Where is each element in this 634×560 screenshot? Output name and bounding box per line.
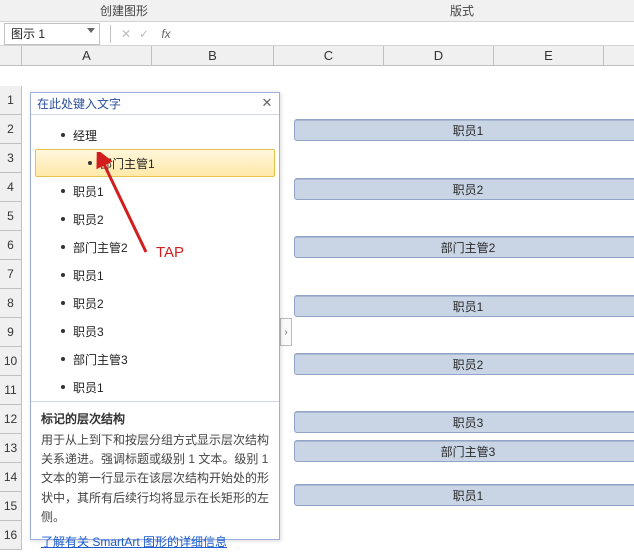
smartart-bar[interactable]: 职员3 <box>294 411 634 433</box>
smartart-bar[interactable]: 职员2 <box>294 178 634 200</box>
list-item[interactable]: 职员2 <box>31 289 279 317</box>
smartart-bar[interactable]: 职员2 <box>294 353 634 375</box>
list-item-label: 职员1 <box>73 379 104 396</box>
bullet-icon <box>61 385 65 389</box>
list-item-label: 部门主管3 <box>73 351 128 368</box>
smartart-bar[interactable]: 职员1 <box>294 119 634 141</box>
list-item-label: 职员2 <box>73 211 104 228</box>
info-title: 标记的层次结构 <box>41 410 269 427</box>
list-item-label: 部门主管2 <box>73 239 128 256</box>
row-header[interactable]: 1 <box>0 86 22 115</box>
list-item[interactable]: 职员1 <box>31 261 279 289</box>
column-header[interactable]: C <box>274 46 384 65</box>
bullet-icon <box>61 329 65 333</box>
row-header[interactable]: 8 <box>0 289 22 318</box>
row-header[interactable]: 3 <box>0 144 22 173</box>
row-header[interactable]: 13 <box>0 434 22 463</box>
smartart-bar[interactable]: 职员1 <box>294 484 634 506</box>
bullet-icon <box>61 301 65 305</box>
list-item-label: 职员2 <box>73 295 104 312</box>
list-item-label: 经理 <box>73 127 97 144</box>
row-header[interactable]: 12 <box>0 405 22 434</box>
select-all-corner[interactable] <box>0 46 22 65</box>
row-header[interactable]: 16 <box>0 521 22 550</box>
row-header[interactable]: 15 <box>0 492 22 521</box>
chevron-right-icon: › <box>284 327 287 338</box>
row-header[interactable]: 14 <box>0 463 22 492</box>
smartart-text-pane[interactable]: 在此处键入文字 ✕ 经理 部门主管1 职员1 职员2 部门主管2 职员1 职员2… <box>30 92 280 540</box>
column-header[interactable]: A <box>22 46 152 65</box>
chevron-down-icon <box>87 28 95 33</box>
column-header[interactable]: D <box>384 46 494 65</box>
ribbon-group-create-shapes: 创建图形 <box>100 2 148 19</box>
row-header[interactable]: 10 <box>0 347 22 376</box>
name-box-value: 图示 1 <box>11 25 45 42</box>
list-item[interactable]: 职员2 <box>31 205 279 233</box>
list-item-label: 职员3 <box>73 323 104 340</box>
formula-bar: 图示 1 ✕ ✓ fx <box>0 22 634 46</box>
list-item-label: 职员1 <box>73 267 104 284</box>
info-body: 用于从上到下和按层分组方式显示层次结构关系递进。强调标题或级别 1 文本。级别 … <box>41 431 269 527</box>
pane-title-bar: 在此处键入文字 ✕ <box>31 93 279 115</box>
fx-icon[interactable]: fx <box>157 25 175 43</box>
list-item[interactable]: 职员1 <box>31 373 279 401</box>
divider <box>110 25 111 43</box>
smartart-bar[interactable]: 部门主管2 <box>294 236 634 258</box>
row-headers: 1 2 3 4 5 6 7 8 9 10 11 12 13 14 15 16 <box>0 86 22 550</box>
close-icon[interactable]: ✕ <box>259 95 275 111</box>
pane-item-list: 经理 部门主管1 职员1 职员2 部门主管2 职员1 职员2 职员3 部门主管3… <box>31 115 279 401</box>
row-header[interactable]: 2 <box>0 115 22 144</box>
row-header[interactable]: 4 <box>0 173 22 202</box>
info-link[interactable]: 了解有关 SmartArt 图形的详细信息 <box>41 533 227 550</box>
list-item[interactable]: 部门主管2 <box>31 233 279 261</box>
bullet-icon <box>61 273 65 277</box>
list-item[interactable]: 经理 <box>31 121 279 149</box>
list-item-label: 职员1 <box>73 183 104 200</box>
bullet-icon <box>61 357 65 361</box>
name-box[interactable]: 图示 1 <box>4 23 100 45</box>
list-item[interactable]: 职员3 <box>31 317 279 345</box>
row-header[interactable]: 6 <box>0 231 22 260</box>
bullet-icon <box>61 189 65 193</box>
smartart-bar[interactable]: 部门主管3 <box>294 440 634 462</box>
collapse-pane-handle[interactable]: › <box>280 318 292 346</box>
check-icon[interactable]: ✓ <box>135 25 153 43</box>
row-header[interactable]: 7 <box>0 260 22 289</box>
bullet-icon <box>61 133 65 137</box>
ribbon-group-layout: 版式 <box>450 2 474 19</box>
row-header[interactable]: 5 <box>0 202 22 231</box>
row-header[interactable]: 11 <box>0 376 22 405</box>
bullet-icon <box>61 217 65 221</box>
bullet-icon <box>88 161 92 165</box>
list-item-label: 部门主管1 <box>100 155 155 172</box>
row-header[interactable]: 9 <box>0 318 22 347</box>
column-header[interactable]: B <box>152 46 274 65</box>
list-item[interactable]: 部门主管1 <box>35 149 275 177</box>
column-headers: A B C D E <box>0 46 634 66</box>
column-header[interactable]: E <box>494 46 604 65</box>
smartart-bar[interactable]: 职员1 <box>294 295 634 317</box>
ribbon: 创建图形 版式 <box>0 0 634 22</box>
bullet-icon <box>61 245 65 249</box>
list-item[interactable]: 部门主管3 <box>31 345 279 373</box>
cancel-icon[interactable]: ✕ <box>117 25 135 43</box>
pane-title: 在此处键入文字 <box>37 95 121 112</box>
pane-info-section: 标记的层次结构 用于从上到下和按层分组方式显示层次结构关系递进。强调标题或级别 … <box>31 401 279 560</box>
list-item[interactable]: 职员1 <box>31 177 279 205</box>
